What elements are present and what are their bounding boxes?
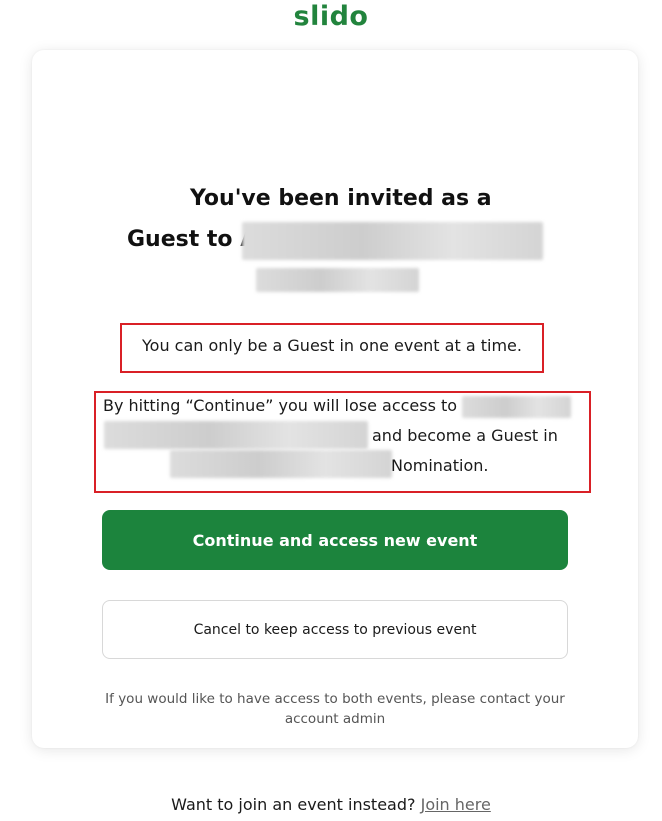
slido-logo: slido xyxy=(293,1,369,32)
invite-title-line-2: Guest to A xyxy=(127,227,258,252)
continue-warning-suffix: Nomination. xyxy=(391,456,489,475)
join-here-link[interactable]: Join here xyxy=(421,795,491,814)
continue-warning-prefix: By hitting “Continue” you will lose acce… xyxy=(103,396,458,415)
invite-title-line-1: You've been invited as a xyxy=(190,186,492,211)
redacted-event-name xyxy=(242,222,543,260)
continue-button[interactable]: Continue and access new event xyxy=(102,510,568,570)
helper-text: If you would like to have access to both… xyxy=(105,691,565,727)
continue-warning-middle: and become a Guest in xyxy=(372,426,558,445)
redacted-event-name-continued xyxy=(256,268,419,292)
redacted-previous-event-continued xyxy=(104,421,368,449)
join-event-prompt: Want to join an event instead? xyxy=(171,795,416,814)
join-event-footer: Want to join an event instead? Join here xyxy=(0,795,662,814)
redacted-new-event xyxy=(170,450,392,478)
cancel-button[interactable]: Cancel to keep access to previous event xyxy=(102,600,568,659)
one-event-notice: You can only be a Guest in one event at … xyxy=(142,336,522,355)
redacted-previous-event xyxy=(462,396,571,418)
